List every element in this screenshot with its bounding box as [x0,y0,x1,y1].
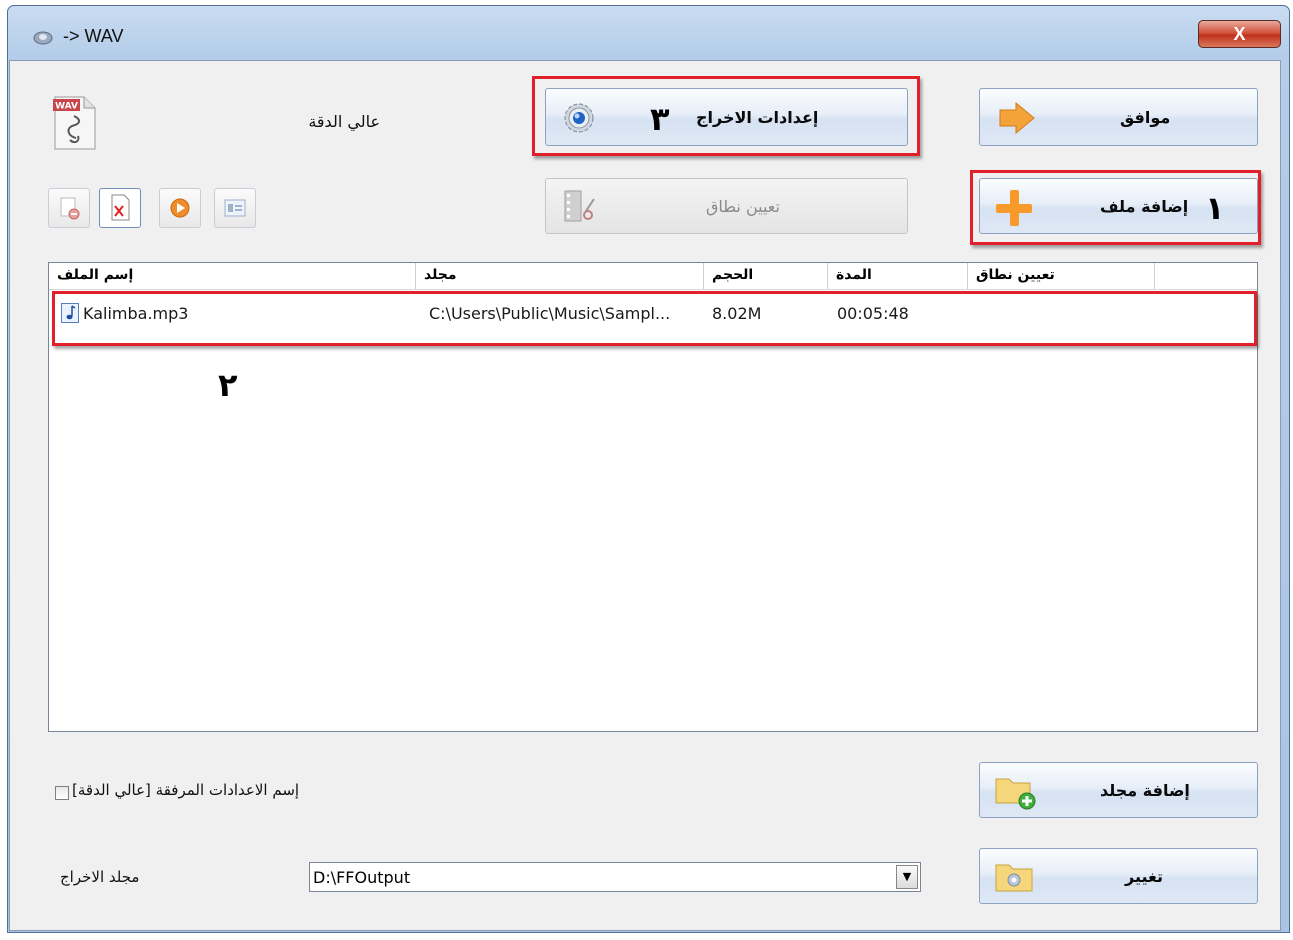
col-header-folder[interactable]: مجلد [416,263,704,289]
chevron-down-icon[interactable]: ▼ [896,865,918,889]
ok-label: موافق [1120,107,1171,127]
play-button[interactable] [159,188,201,228]
add-folder-button[interactable]: إضافة مجلد [979,762,1258,818]
output-folder-label: مجلد الاخراج [60,868,140,886]
col-header-filename[interactable]: إسم الملف [49,263,416,289]
clear-list-button[interactable] [99,188,141,228]
close-button[interactable]: X [1198,20,1281,48]
play-icon [170,198,190,218]
set-range-button[interactable]: تعيين نطاق [545,178,908,234]
app-icon [33,31,53,45]
col-header-range[interactable]: تعيين نطاق [968,263,1155,289]
remove-icon [60,197,80,220]
append-setting-checkbox[interactable] [55,786,69,800]
col-header-size[interactable]: الحجم [704,263,828,289]
wav-file-icon: WAV [53,96,96,150]
highlight-box-output-settings [532,76,920,156]
append-setting-label: [إسم الاعدادات المرفقة [عالي الدقة [72,781,300,799]
step-2-label: ٢ [218,366,238,404]
window-title: -> WAV [63,26,124,46]
wav-badge: WAV [55,102,78,112]
arrow-right-icon [999,102,1035,134]
step-1-label: ١ [1205,189,1225,227]
list-header: إسم الملف مجلد الحجم المدة تعيين نطاق [49,263,1257,290]
set-range-label: تعيين نطاق [706,196,780,216]
folder-open-icon [995,864,1033,892]
profile-name: عالي الدقة [308,112,380,131]
col-header-duration[interactable]: المدة [828,263,968,289]
change-label: تغيير [1125,866,1164,886]
add-folder-label: إضافة مجلد [1100,780,1190,800]
film-scissors-icon [564,190,595,222]
output-folder-select[interactable]: D:\FFOutput ▼ [309,862,921,892]
clear-list-icon [111,194,130,221]
media-info-button[interactable] [214,188,256,228]
step-3-label: ٣ [650,100,670,138]
media-info-icon [224,199,246,217]
output-folder-value: D:\FFOutput [313,868,411,887]
ok-button[interactable]: موافق [979,88,1258,146]
remove-button[interactable] [48,188,90,228]
highlight-box-file-row [52,291,1257,346]
folder-add-icon [995,778,1036,810]
change-button[interactable]: تغيير [979,848,1258,904]
